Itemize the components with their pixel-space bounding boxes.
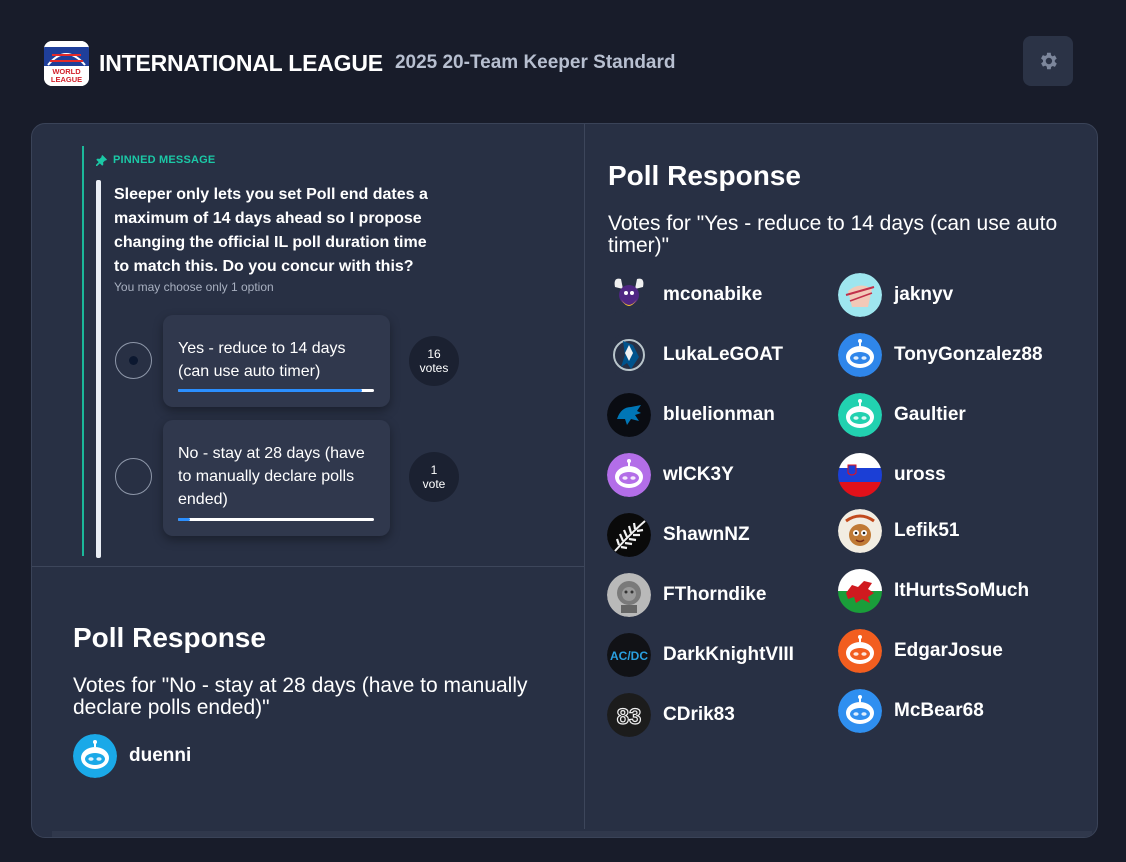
vote-count-number: 16 (427, 347, 441, 361)
mavericks-logo-icon (607, 333, 651, 377)
voter-jaknyv[interactable]: jaknyv (838, 273, 953, 317)
voter-edgarjosue[interactable]: EdgarJosue (838, 629, 1003, 673)
option-no-text: No - stay at 28 days (have to manually d… (178, 445, 365, 508)
voter-wick3y[interactable]: wICK3Y (607, 453, 734, 497)
voter-name: duenni (129, 745, 192, 766)
option-yes-radio[interactable] (115, 342, 152, 379)
voter-cdrik83[interactable]: 83 CDrik83 (607, 693, 735, 737)
vikings-logo-icon (607, 273, 651, 317)
option-no-vote-count: 1 vote (409, 452, 459, 502)
vote-count-unit: votes (419, 361, 449, 375)
option-yes-text: Yes - reduce to 14 days (can use auto ti… (178, 340, 346, 380)
voter-darkknightviii[interactable]: AC/DC DarkKnightVIII (607, 633, 794, 677)
voter-bluelionman[interactable]: bluelionman (607, 393, 775, 437)
voter-name: LukaLeGOAT (663, 344, 783, 365)
vote-count-unit: vote (422, 477, 446, 491)
voter-fthorndike[interactable]: FThorndike (607, 573, 766, 617)
gear-icon (1041, 52, 1057, 70)
league-logo: WORLD LEAGUE (44, 40, 89, 86)
poll-card: PINNED MESSAGE Sleeper only lets you set… (31, 123, 1098, 838)
lion-statue-icon (607, 573, 651, 617)
lions-logo-icon (607, 393, 651, 437)
voter-name: DarkKnightVIII (663, 644, 794, 665)
radio-selected-dot (129, 356, 138, 365)
voter-name: FThorndike (663, 584, 767, 605)
option-no-progress-fill (178, 518, 190, 521)
voter-lefik51[interactable]: Lefik51 (838, 509, 959, 553)
no-response-title: Poll Response (73, 622, 266, 653)
no-response-subtitle: Votes for "No - stay at 28 days (have to… (73, 674, 528, 719)
voter-duenni[interactable]: duenni (73, 734, 191, 778)
cartoon-avatar-icon (838, 509, 882, 553)
option-yes-progress (178, 389, 374, 392)
acdc-logo-icon: AC/DC (607, 633, 651, 677)
vertical-divider (584, 124, 585, 829)
option-no-radio[interactable] (115, 458, 152, 495)
wales-flag-icon (838, 569, 882, 613)
voter-name: wICK3Y (663, 464, 734, 485)
voter-name: ItHurtsSoMuch (894, 580, 1030, 601)
yes-response-subtitle: Votes for "Yes - reduce to 14 days (can … (608, 212, 1058, 257)
settings-button[interactable] (1023, 36, 1073, 86)
horizontal-divider (32, 566, 584, 567)
robot-avatar-icon (838, 629, 882, 673)
robot-avatar-icon (838, 689, 882, 733)
voter-name: TonyGonzalez88 (894, 344, 1043, 365)
silver-fern-icon (607, 513, 651, 557)
option-yes[interactable]: Yes - reduce to 14 days (can use auto ti… (163, 315, 390, 407)
voter-lukalegoat[interactable]: LukaLeGOAT (607, 333, 783, 377)
poll-question: Sleeper only lets you set Poll end dates… (114, 186, 428, 275)
option-no[interactable]: No - stay at 28 days (have to manually d… (163, 420, 390, 536)
bottom-strip (52, 831, 1092, 837)
voter-uross[interactable]: uross (838, 453, 946, 497)
option-yes-progress-fill (178, 389, 363, 392)
vote-count-number: 1 (430, 463, 438, 477)
yes-response-title: Poll Response (608, 160, 801, 191)
voter-tonygonzalez88[interactable]: TonyGonzalez88 (838, 333, 1043, 377)
poll-hint: You may choose only 1 option (114, 280, 274, 294)
voter-shawnnz[interactable]: ShawnNZ (607, 513, 750, 557)
option-no-progress (178, 518, 374, 521)
voter-mcbear68[interactable]: McBear68 (838, 689, 984, 733)
slovenia-flag-icon (838, 453, 882, 497)
jersey-83-icon: 83 (607, 693, 651, 737)
pinned-message: PINNED MESSAGE Sleeper only lets you set… (82, 146, 459, 558)
voter-mconabike[interactable]: mconabike (607, 273, 762, 317)
voter-name: bluelionman (663, 404, 775, 425)
voter-ithurtssomuch[interactable]: ItHurtsSoMuch (838, 569, 1029, 613)
robot-avatar-icon (607, 453, 651, 497)
voter-name: Gaultier (894, 404, 966, 425)
voter-name: CDrik83 (663, 704, 735, 725)
logo-text-league: LEAGUE (51, 75, 82, 84)
voter-name: ShawnNZ (663, 524, 750, 545)
voter-name: uross (894, 464, 946, 485)
voter-name: mconabike (663, 284, 763, 305)
voter-name: EdgarJosue (894, 640, 1003, 661)
robot-avatar-icon (838, 393, 882, 437)
robot-avatar-icon (73, 734, 117, 778)
pinned-label-text: PINNED MESSAGE (113, 154, 216, 166)
voter-name: jaknyv (894, 284, 954, 305)
option-yes-vote-count: 16 votes (409, 336, 459, 386)
acdc-logo-text: AC/DC (610, 649, 648, 663)
robot-avatar-icon (838, 333, 882, 377)
voter-name: McBear68 (894, 700, 984, 721)
message-bar (96, 180, 101, 558)
pinned-label: PINNED MESSAGE (96, 154, 215, 166)
league-header: WORLD LEAGUE INTERNATIONAL LEAGUE 2025 2… (44, 40, 676, 86)
pin-icon (96, 154, 107, 166)
jersey-number-text: 83 (617, 704, 641, 729)
league-subtitle: 2025 20-Team Keeper Standard (394, 52, 676, 73)
voter-name: Lefik51 (894, 520, 960, 541)
league-name: INTERNATIONAL LEAGUE (99, 49, 383, 76)
photo-avatar-icon (838, 273, 882, 317)
voter-gaultier[interactable]: Gaultier (838, 393, 966, 437)
